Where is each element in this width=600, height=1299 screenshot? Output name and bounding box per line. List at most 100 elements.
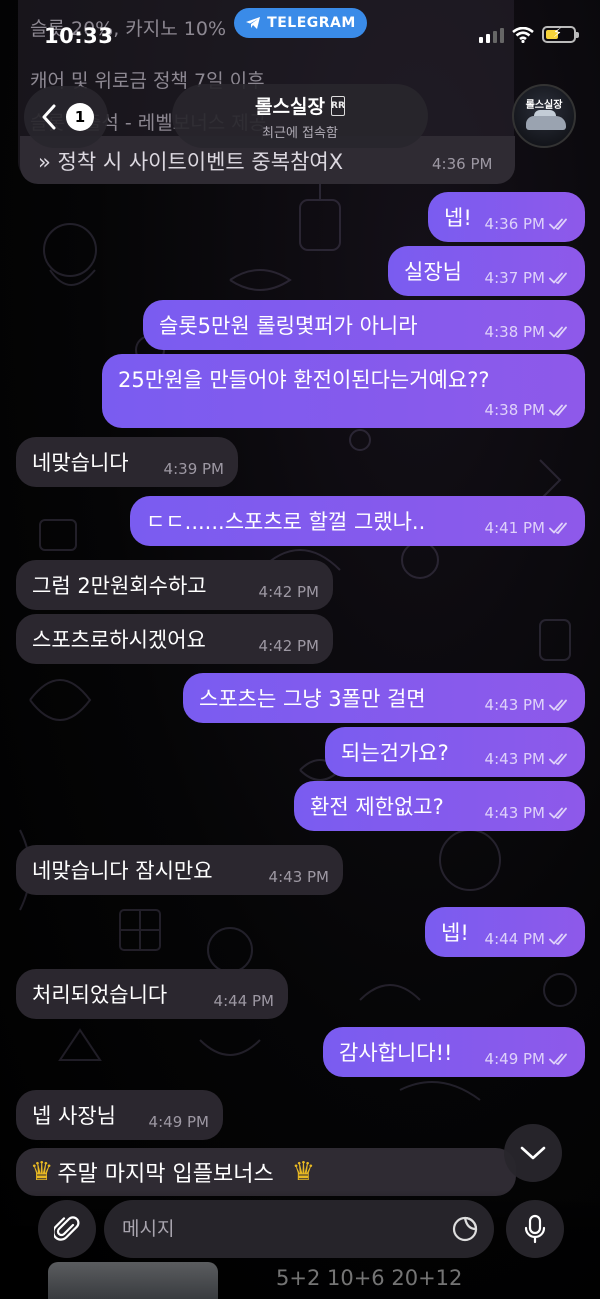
outgoing-message-bubble[interactable]: ㄷㄷ......스포츠로 할껄 그랬나.. 4:41 PM — [130, 496, 585, 546]
unread-count-badge: 1 — [66, 103, 94, 131]
charging-bolt-icon: ⚡ — [553, 26, 563, 41]
contact-name: 롤스실장 — [255, 96, 325, 118]
message-time: 4:36 PM — [484, 215, 545, 233]
double-check-icon — [549, 699, 567, 711]
incoming-message-bubble[interactable]: 넵 사장님 4:49 PM — [16, 1090, 223, 1140]
outgoing-message-bubble[interactable]: 넵! 4:44 PM — [425, 907, 585, 957]
outgoing-message-bubble[interactable]: 슬롯5만원 롤링몇퍼가 아니라 4:38 PM — [143, 300, 585, 350]
message-text: 넵! — [444, 206, 472, 230]
message-meta: 4:38 PM — [485, 323, 571, 341]
cellular-signal-icon — [479, 27, 504, 43]
incoming-message-bubble[interactable]: 그럼 2만원회수하고 4:42 PM — [16, 560, 333, 610]
battery-icon: ⚡ — [542, 26, 579, 43]
message-meta: 4:37 PM — [485, 269, 571, 287]
telegram-return-pill[interactable]: TELEGRAM — [234, 8, 367, 38]
incoming-message-bubble[interactable]: 네맞습니다 4:39 PM — [16, 437, 238, 487]
message-meta: 4:43 PM — [485, 696, 571, 714]
chat-title[interactable]: 롤스실장 RR 최근에 접속함 — [172, 84, 428, 148]
message-meta: 4:41 PM — [485, 519, 571, 537]
chevron-left-icon — [42, 104, 56, 130]
double-check-icon — [549, 522, 567, 534]
message-meta: 4:36 PM — [485, 215, 571, 233]
message-text: 네맞습니다 — [32, 451, 129, 475]
pinned-rule-text: » 정착 시 사이트이벤트 중복참여X — [38, 150, 344, 174]
double-check-icon — [549, 1053, 567, 1065]
message-text: 처리되었습니다 — [32, 983, 168, 1007]
double-check-icon — [549, 218, 567, 230]
message-text: 슬롯5만원 롤링몇퍼가 아니라 — [159, 314, 418, 338]
promo-text: 주말 마지막 입플보너스 — [57, 1162, 274, 1187]
outgoing-message-bubble[interactable]: 스포츠는 그냥 3폴만 걸면 4:43 PM — [183, 673, 585, 723]
message-time: 4:44 PM — [213, 992, 274, 1010]
message-time: 4:37 PM — [484, 269, 545, 287]
message-meta: 4:42 PM — [259, 637, 319, 655]
message-input[interactable] — [122, 1200, 432, 1258]
double-check-icon — [549, 807, 567, 819]
sticker-icon[interactable] — [450, 1214, 480, 1244]
back-button[interactable]: 1 — [24, 86, 108, 148]
car-photo — [48, 1262, 218, 1299]
message-text: 25만원을 만들어야 환전이된다는거예요?? — [118, 368, 490, 392]
message-text: 그럼 2만원회수하고 — [32, 574, 207, 598]
outgoing-message-bubble[interactable]: 25만원을 만들어야 환전이된다는거예요?? 4:38 PM — [102, 354, 585, 428]
message-meta: 4:43 PM — [485, 750, 571, 768]
outgoing-message-bubble[interactable]: 넵! 4:36 PM — [428, 192, 585, 242]
message-text: 넵! — [441, 921, 469, 945]
message-time: 4:43 PM — [484, 696, 545, 714]
double-check-icon — [549, 272, 567, 284]
chat-screen: 슬롯 20%, 카지노 10% 캐어 및 위로금 정책 7일 이후 슬롯 - 출… — [0, 0, 600, 1299]
message-text: 스포츠로하시겠어요 — [32, 628, 206, 652]
message-text: 감사합니다!! — [339, 1041, 453, 1065]
message-time: 4:49 PM — [148, 1113, 209, 1131]
message-text: 스포츠는 그냥 3폴만 걸면 — [199, 687, 426, 711]
message-time: 4:38 PM — [484, 401, 545, 419]
double-check-icon — [549, 404, 567, 416]
incoming-bubble-promo[interactable]: ♛ 주말 마지막 입플보너스 ♛ — [16, 1148, 516, 1196]
attach-button[interactable] — [38, 1200, 96, 1258]
message-time: 4:43 PM — [484, 750, 545, 768]
message-text: 넵 사장님 — [32, 1104, 116, 1128]
message-meta: 4:44 PM — [214, 992, 274, 1010]
voice-message-button[interactable] — [506, 1200, 564, 1258]
telegram-icon — [246, 17, 261, 29]
double-check-icon — [549, 326, 567, 338]
car-body — [526, 116, 566, 130]
incoming-message-bubble[interactable]: 처리되었습니다 4:44 PM — [16, 969, 288, 1019]
status-icons: ⚡ — [479, 26, 579, 43]
message-time: 4:43 PM — [268, 868, 329, 886]
message-time: 4:39 PM — [163, 460, 224, 478]
underlying-message-preview: 5+2 10+6 20+12 — [40, 1262, 520, 1299]
microphone-icon — [524, 1214, 546, 1244]
double-check-icon — [549, 753, 567, 765]
message-meta: 4:43 PM — [269, 868, 329, 886]
message-input-container[interactable] — [104, 1200, 494, 1258]
double-check-icon — [549, 933, 567, 945]
message-time: 4:38 PM — [484, 323, 545, 341]
message-meta: 4:43 PM — [485, 804, 571, 822]
outgoing-message-bubble[interactable]: 환전 제한없고? 4:43 PM — [294, 781, 585, 831]
rolls-royce-badge-icon: RR — [330, 95, 345, 116]
status-bar: 10:33 TELEGRAM ⚡ — [0, 0, 600, 70]
paperclip-icon — [54, 1216, 80, 1241]
incoming-message-bubble[interactable]: 스포츠로하시겠어요 4:42 PM — [16, 614, 333, 664]
outgoing-message-bubble[interactable]: 되는건가요? 4:43 PM — [325, 727, 585, 777]
crown-icon: ♛ — [291, 1157, 316, 1187]
scroll-to-bottom-button[interactable] — [504, 1124, 562, 1182]
message-meta: 4:49 PM — [485, 1050, 571, 1068]
clock: 10:33 — [44, 24, 114, 48]
avatar-logo-text: 롤스실장 — [525, 100, 563, 111]
contact-avatar[interactable]: 롤스실장 — [512, 84, 576, 148]
message-time: 4:41 PM — [484, 519, 545, 537]
message-meta: 4:44 PM — [485, 930, 571, 948]
telegram-label: TELEGRAM — [267, 15, 356, 31]
message-text: 환전 제한없고? — [310, 795, 444, 819]
message-meta: 4:39 PM — [164, 460, 224, 478]
incoming-message-bubble[interactable]: 네맞습니다 잠시만요 4:43 PM — [16, 845, 343, 895]
outgoing-message-bubble[interactable]: 감사합니다!! 4:49 PM — [323, 1027, 585, 1077]
last-seen-status: 최근에 접속함 — [262, 126, 338, 141]
bonus-rates-text: 5+2 10+6 20+12 — [276, 1266, 463, 1290]
outgoing-message-bubble[interactable]: 실장님 4:37 PM — [388, 246, 585, 296]
message-text: 되는건가요? — [341, 741, 449, 765]
pinned-rule-time: 4:36 PM — [432, 155, 493, 173]
message-text: 네맞습니다 잠시만요 — [32, 859, 213, 883]
